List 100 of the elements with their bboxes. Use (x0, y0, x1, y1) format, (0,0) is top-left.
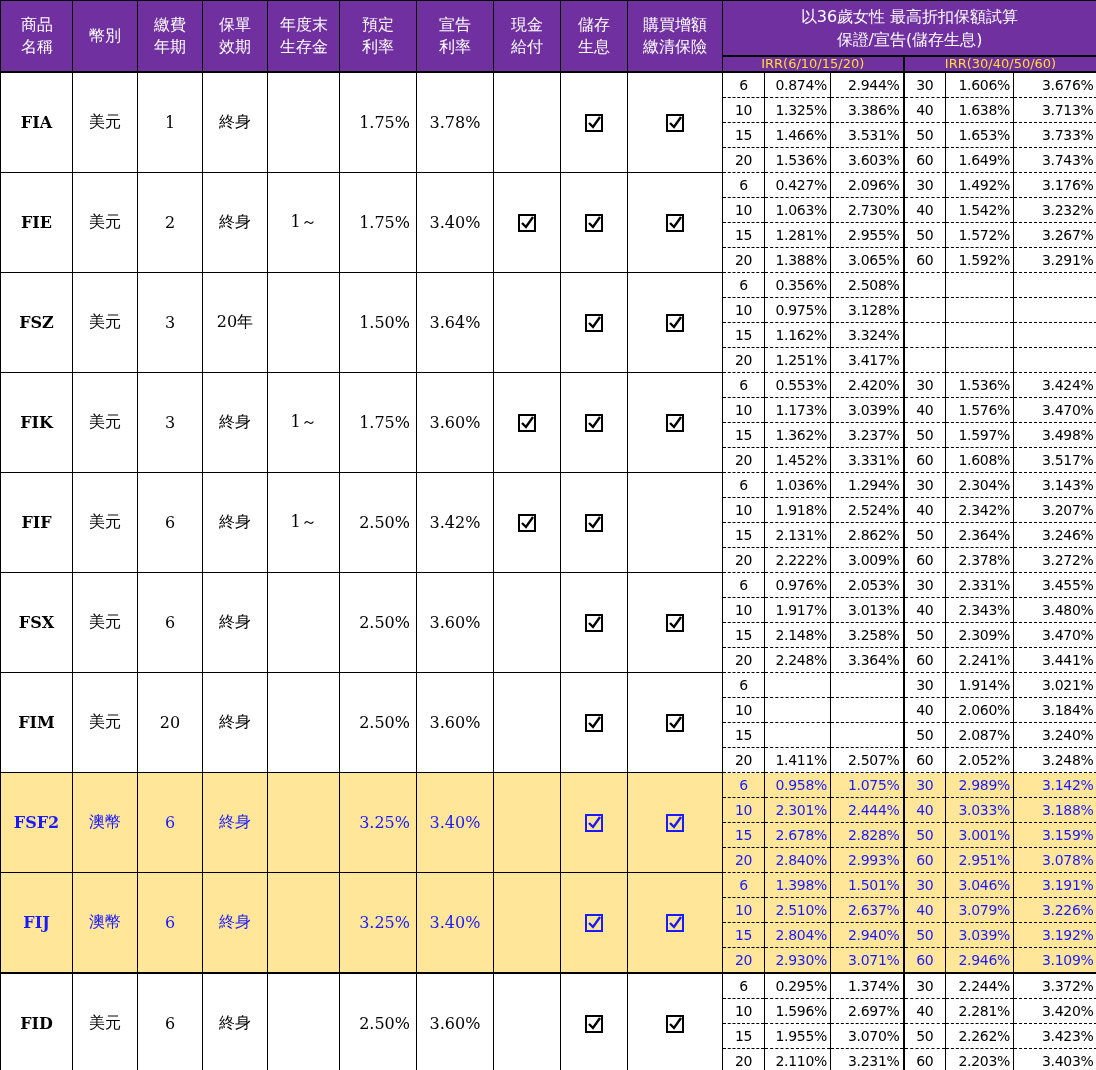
irr-year: 60 (916, 152, 934, 168)
predicted-rate: 2.50% (359, 513, 410, 532)
irr-year: 20 (734, 1053, 753, 1069)
guaranteed-irr: 1.576% (958, 402, 1010, 418)
declared-irr: 3.065% (847, 252, 900, 268)
irr-year: 40 (916, 1003, 934, 1019)
irr-year: 60 (916, 552, 934, 568)
payment-term: 3 (164, 313, 176, 332)
predicted-rate: 3.25% (359, 813, 410, 832)
guaranteed-irr: 1.251% (775, 352, 827, 368)
guaranteed-irr: 2.930% (775, 952, 827, 968)
irr-year: 6 (739, 777, 748, 793)
irr-year: 60 (916, 852, 934, 868)
declared-irr: 3.246% (1041, 527, 1094, 543)
guaranteed-irr: 3.079% (958, 902, 1010, 918)
irr-year: 40 (916, 802, 934, 818)
survival-benefit: 1～ (290, 512, 317, 531)
guaranteed-irr: 1.036% (775, 477, 827, 493)
policy-validity: 終身 (219, 412, 251, 431)
irr-year: 40 (916, 702, 934, 718)
payment-term: 6 (164, 913, 176, 932)
column-header: 現金給付 (511, 14, 543, 58)
irr-year: 60 (916, 752, 934, 768)
declared-irr: 3.070% (847, 1028, 900, 1044)
guaranteed-irr: 1.492% (958, 177, 1010, 193)
guaranteed-irr: 1.536% (958, 377, 1010, 393)
declared-rate: 3.60% (429, 613, 481, 632)
declared-irr: 3.192% (1041, 927, 1094, 943)
irr-year: 20 (734, 652, 753, 668)
guaranteed-irr: 2.281% (958, 1003, 1010, 1019)
guaranteed-irr: 1.608% (958, 452, 1010, 468)
declared-irr: 2.730% (847, 202, 900, 218)
irr-year: 60 (916, 952, 934, 968)
declared-irr: 3.713% (1041, 102, 1094, 118)
declared-rate: 3.40% (429, 813, 481, 832)
declared-irr: 3.603% (847, 152, 900, 168)
guaranteed-irr: 1.362% (775, 427, 827, 443)
declared-irr: 3.142% (1041, 777, 1094, 793)
product-code: FIE (20, 213, 52, 232)
guaranteed-irr: 1.281% (775, 227, 827, 243)
guaranteed-irr: 3.046% (958, 877, 1010, 893)
declared-irr: 1.294% (847, 477, 900, 493)
guaranteed-irr: 0.553% (775, 377, 827, 393)
irr-year: 50 (916, 527, 934, 543)
declared-rate: 3.42% (429, 513, 481, 532)
irr-year: 50 (916, 427, 934, 443)
irr-year: 15 (734, 227, 753, 243)
guaranteed-irr: 0.427% (775, 177, 827, 193)
policy-validity: 終身 (219, 212, 251, 231)
guaranteed-irr: 2.060% (958, 702, 1010, 718)
declared-irr: 3.176% (1041, 177, 1094, 193)
currency: 澳幣 (89, 912, 121, 931)
product-code: FSX (18, 613, 55, 632)
irr-year: 60 (916, 652, 934, 668)
guaranteed-irr: 1.592% (958, 252, 1010, 268)
irr-year: 60 (916, 252, 934, 268)
declared-irr: 3.372% (1041, 978, 1094, 994)
declared-irr: 2.955% (847, 227, 900, 243)
product-code: FIF (21, 513, 52, 532)
irr-year: 10 (734, 1003, 753, 1019)
irr-subtitle: 保證/宣告(儲存生息) (836, 30, 983, 49)
irr-year: 60 (916, 1053, 934, 1069)
guaranteed-irr: 1.597% (958, 427, 1010, 443)
declared-irr: 3.386% (847, 102, 900, 118)
guaranteed-irr: 2.804% (775, 927, 827, 943)
policy-validity: 終身 (219, 912, 251, 931)
irr-year: 30 (916, 477, 934, 493)
irr-year: 30 (916, 377, 934, 393)
product-code: FIA (20, 113, 53, 132)
guaranteed-irr: 2.148% (775, 627, 827, 643)
policy-validity: 終身 (219, 512, 251, 531)
column-header: 保單效期 (219, 14, 251, 58)
declared-rate: 3.64% (429, 313, 481, 332)
guaranteed-irr: 2.364% (958, 527, 1010, 543)
declared-irr: 3.291% (1041, 252, 1094, 268)
declared-irr: 3.420% (1041, 1003, 1094, 1019)
declared-rate: 3.78% (429, 113, 481, 132)
declared-irr: 2.944% (847, 77, 900, 93)
irr-year: 60 (916, 452, 934, 468)
irr-year: 15 (734, 427, 753, 443)
irr-year: 6 (739, 177, 748, 193)
declared-rate: 3.60% (429, 1014, 481, 1033)
payment-term: 6 (164, 513, 176, 532)
irr-year: 6 (739, 978, 748, 994)
declared-irr: 3.207% (1041, 502, 1094, 518)
guaranteed-irr: 2.304% (958, 477, 1010, 493)
guaranteed-irr: 2.052% (958, 752, 1010, 768)
irr-year: 50 (916, 727, 934, 743)
declared-irr: 3.231% (847, 1053, 900, 1069)
irr-year: 6 (739, 477, 748, 493)
declared-irr: 2.993% (847, 852, 900, 868)
guaranteed-irr: 0.975% (775, 302, 827, 318)
currency: 美元 (89, 312, 121, 331)
irr-year: 6 (739, 677, 748, 693)
declared-irr: 3.240% (1041, 727, 1094, 743)
predicted-rate: 2.50% (359, 713, 410, 732)
currency: 美元 (89, 112, 121, 131)
policy-validity: 終身 (219, 112, 251, 131)
guaranteed-irr: 1.914% (958, 677, 1010, 693)
declared-irr: 2.444% (847, 802, 900, 818)
